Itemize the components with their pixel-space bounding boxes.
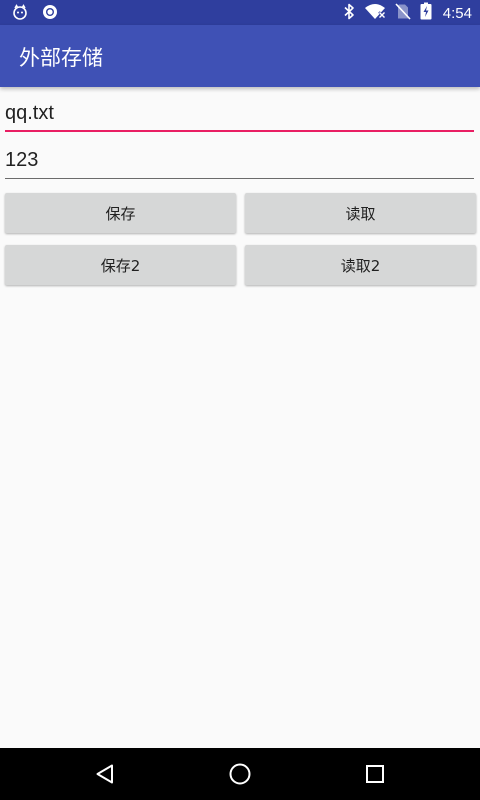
content-underline: [5, 178, 474, 179]
cat-notification-icon: [12, 4, 28, 24]
battery-charging-icon: [420, 2, 432, 24]
file-name-input[interactable]: [5, 92, 474, 132]
bluetooth-icon: [343, 3, 355, 24]
back-button[interactable]: [87, 756, 123, 792]
save-button[interactable]: 保存: [5, 193, 236, 233]
content-input[interactable]: [5, 139, 474, 179]
recents-icon: [366, 765, 384, 783]
app-title: 外部存储: [19, 46, 103, 70]
back-icon: [96, 764, 113, 784]
system-icons: 4:54: [343, 2, 472, 24]
home-icon: [229, 763, 251, 785]
navigation-bar: [0, 748, 480, 800]
file-name-field[interactable]: [5, 92, 474, 132]
status-bar: 4:54: [0, 0, 480, 25]
status-time: 4:54: [442, 4, 472, 22]
wifi-icon: [364, 3, 386, 24]
content-field[interactable]: [5, 139, 474, 179]
recents-button[interactable]: [357, 756, 393, 792]
sync-notification-icon: [42, 4, 58, 24]
screen: 4:54 外部存储 保存 读取 保存2 读取2: [0, 0, 480, 800]
home-button[interactable]: [222, 756, 258, 792]
read2-button[interactable]: 读取2: [245, 245, 476, 285]
app-bar: 外部存储: [0, 25, 480, 87]
file-name-underline: [5, 130, 474, 132]
notification-area: [12, 4, 58, 24]
no-sim-icon: [395, 2, 411, 24]
save2-button[interactable]: 保存2: [5, 245, 236, 285]
read-button[interactable]: 读取: [245, 193, 476, 233]
